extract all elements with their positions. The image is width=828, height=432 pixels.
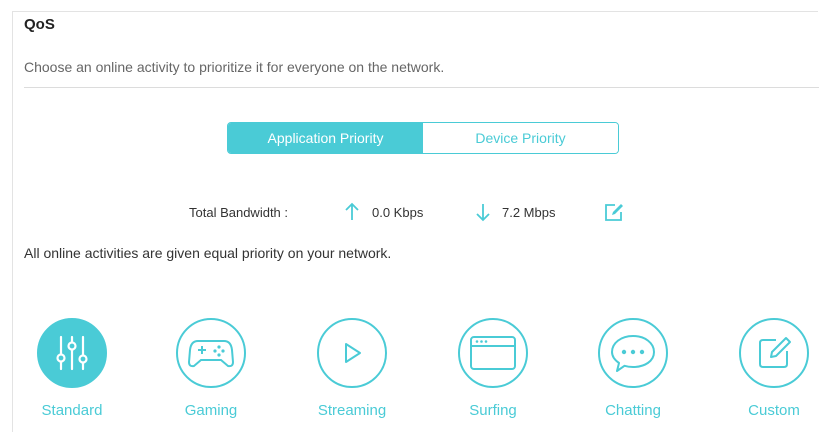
gamepad-icon — [176, 318, 246, 388]
activity-custom[interactable]: Custom — [729, 318, 819, 426]
activity-chatting[interactable]: Chatting — [588, 318, 678, 426]
play-icon — [317, 318, 387, 388]
activity-streaming[interactable]: Streaming — [307, 318, 397, 426]
bandwidth-row: Total Bandwidth : 0.0 Kbps 7.2 Mbps — [0, 202, 828, 222]
edit-icon — [739, 318, 809, 388]
page-title: QoS — [24, 16, 55, 33]
activity-label: Chatting — [605, 402, 661, 419]
bandwidth-label: Total Bandwidth : — [189, 205, 289, 220]
chat-bubble-icon — [598, 318, 668, 388]
priority-description: All online activities are given equal pr… — [24, 245, 392, 261]
page-subtitle: Choose an online activity to prioritize … — [24, 59, 445, 75]
priority-mode-toggle: Application Priority Device Priority — [227, 122, 619, 154]
upload-bandwidth-value: 0.0 Kbps — [372, 205, 424, 220]
download-bandwidth-value: 7.2 Mbps — [502, 205, 556, 220]
download-arrow-icon — [476, 202, 490, 225]
activity-label: Streaming — [317, 402, 387, 419]
upload-arrow-icon — [345, 202, 359, 225]
edit-bandwidth-icon[interactable] — [603, 202, 625, 225]
browser-window-icon — [458, 318, 528, 388]
activity-standard[interactable]: Standard — [27, 318, 117, 426]
activity-label: Custom — [748, 402, 800, 419]
activity-gaming[interactable]: Gaming — [166, 318, 256, 426]
activity-label: Surfing — [469, 402, 517, 419]
sliders-icon — [37, 318, 107, 388]
tab-device-priority[interactable]: Device Priority — [423, 123, 618, 153]
activity-label: Gaming — [184, 402, 238, 419]
activity-surfing[interactable]: Surfing — [448, 318, 538, 426]
divider — [24, 87, 819, 88]
tab-application-priority[interactable]: Application Priority — [228, 123, 423, 153]
activity-label: Standard — [41, 402, 103, 419]
